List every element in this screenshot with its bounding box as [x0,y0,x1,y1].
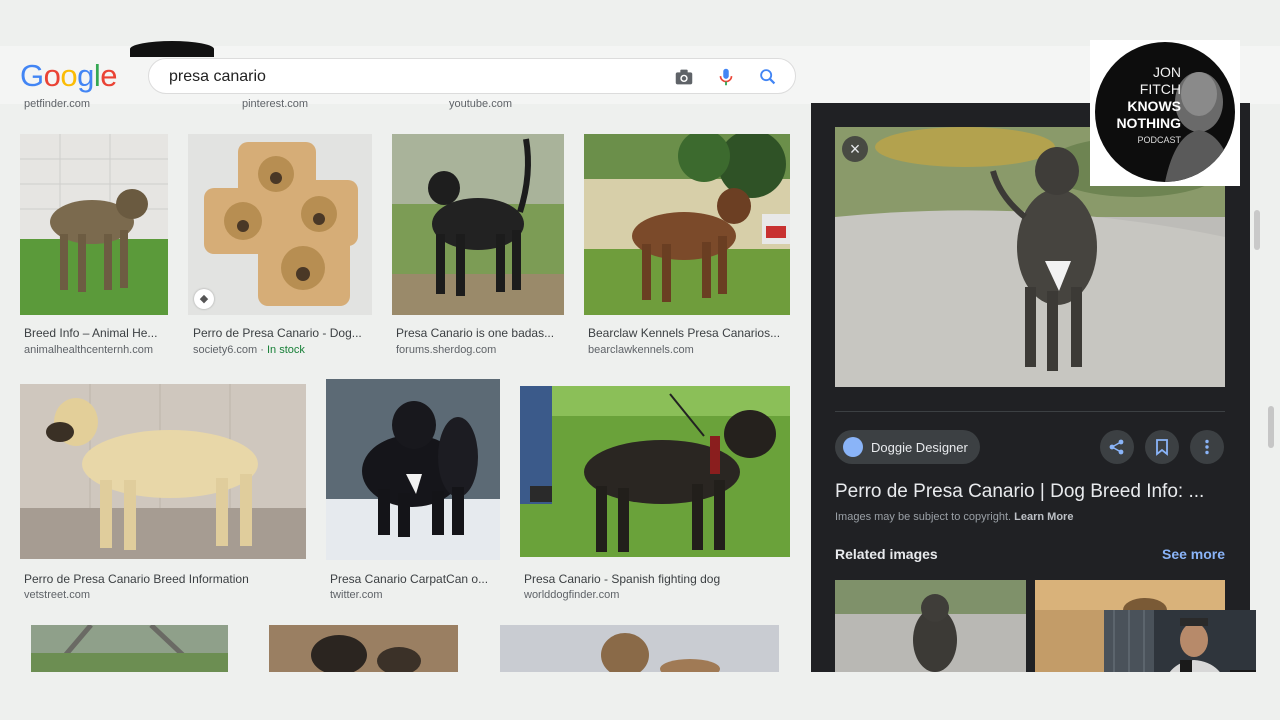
result-caption[interactable]: Presa Canario CarpatCan o... [330,572,488,586]
logo-letter: o [60,58,78,93]
image-results-grid: petfinder.com pinterest.com youtube.com … [0,98,808,672]
source-site-name: Doggie Designer [871,439,968,455]
screen: Google presa canario petfinder.com pinte… [0,0,1280,720]
result-thumbnail[interactable] [20,384,306,559]
save-button[interactable] [1145,430,1179,464]
page-bottom [0,672,1280,720]
result-caption[interactable]: Perro de Presa Canario - Dog... [193,326,362,340]
stock-status: In stock [266,344,305,356]
result-thumbnail[interactable] [500,625,779,672]
podcast-name-line: KNOWS [1127,98,1181,114]
result-caption[interactable]: Presa Canario is one badas... [396,326,554,340]
source-separator: · [257,344,267,356]
result-source[interactable]: petfinder.com [24,98,90,110]
result-caption[interactable]: Breed Info – Animal He... [24,326,157,340]
close-preview-button[interactable]: × [842,136,868,162]
result-source[interactable]: vetstreet.com [24,589,90,601]
see-more-link[interactable]: See more [1162,546,1225,562]
mic-icon[interactable] [715,66,737,88]
result-source-domain: society6.com [193,344,258,356]
page-scrollbar[interactable] [1268,406,1274,448]
search-icon[interactable] [757,66,779,88]
related-images-heading: Related images [835,546,938,562]
result-source[interactable]: worlddogfinder.com [524,589,619,601]
result-source[interactable]: pinterest.com [242,98,308,110]
result-thumbnail[interactable] [520,386,790,557]
result-source[interactable]: bearclawkennels.com [588,344,694,356]
result-caption[interactable]: Perro de Presa Canario Breed Information [24,572,249,586]
result-caption[interactable]: Presa Canario - Spanish fighting dog [524,572,720,586]
bookmark-icon [1156,439,1168,456]
source-site-chip[interactable]: Doggie Designer [835,430,980,464]
more-options-button[interactable] [1190,430,1224,464]
logo-letter: g [77,58,94,93]
copyright-notice: Images may be subject to copyright. Lear… [835,511,1073,523]
google-logo[interactable]: Google [20,58,118,94]
panel-scrollbar[interactable] [1254,210,1260,250]
result-source[interactable]: youtube.com [449,98,512,110]
result-thumbnail[interactable] [392,134,564,315]
learn-more-link[interactable]: Learn More [1014,511,1073,523]
related-image[interactable] [835,580,1026,672]
podcast-label: PODCAST [1137,135,1181,145]
camera-icon[interactable] [673,66,695,88]
result-source[interactable]: twitter.com [330,589,383,601]
podcast-name-line: FITCH [1139,81,1181,97]
overlay-shape [130,41,214,57]
podcast-name-line: NOTHING [1116,115,1181,131]
search-box[interactable]: presa canario [148,58,796,94]
search-input[interactable]: presa canario [169,68,266,86]
result-thumbnail[interactable] [584,134,790,315]
preview-title[interactable]: Perro de Presa Canario | Dog Breed Info:… [835,481,1225,503]
result-source[interactable]: animalhealthcenternh.com [24,344,153,356]
result-thumbnail[interactable]: ◆ [188,134,372,315]
shopping-tag-icon: ◆ [194,289,214,309]
podcast-logo: JON FITCH KNOWS NOTHING PODCAST [1095,42,1235,182]
logo-letter: G [20,58,44,93]
logo-letter: o [43,58,61,93]
result-thumbnail[interactable] [269,625,458,672]
result-source[interactable]: forums.sherdog.com [396,344,496,356]
share-button[interactable] [1100,430,1134,464]
logo-letter: e [100,58,118,93]
result-thumbnail[interactable] [20,134,168,315]
result-source[interactable]: society6.com · In stock [193,344,305,356]
podcast-name-line: JON [1153,64,1181,80]
panel-divider [835,411,1225,412]
more-vert-icon [1205,439,1209,455]
copyright-text: Images may be subject to copyright. [835,511,1012,523]
result-caption[interactable]: Bearclaw Kennels Presa Canarios... [588,326,780,340]
result-thumbnail[interactable] [326,379,500,560]
globe-icon [843,437,863,457]
share-icon [1109,439,1124,455]
result-thumbnail[interactable] [31,625,228,672]
